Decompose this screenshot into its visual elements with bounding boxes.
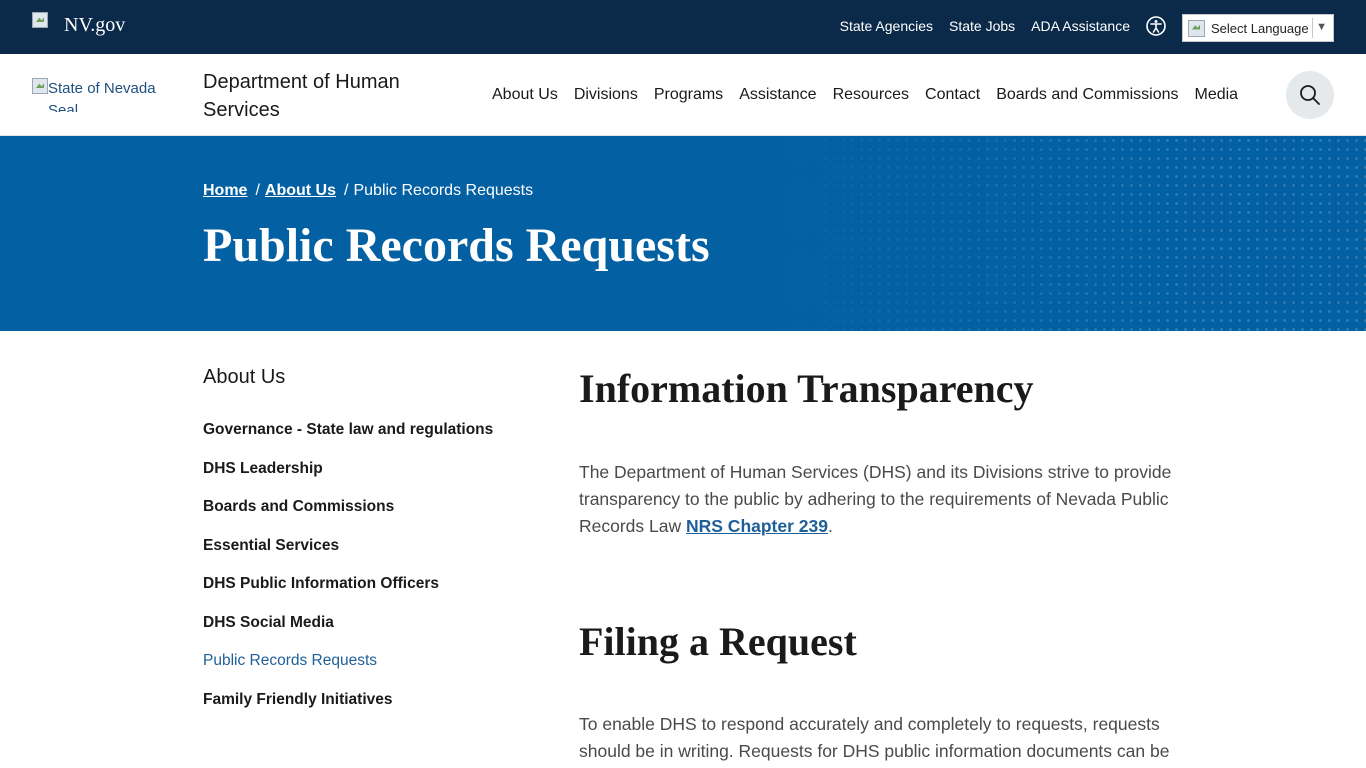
breadcrumb-separator: / (255, 182, 260, 199)
breadcrumb-about-us[interactable]: About Us (265, 182, 336, 200)
top-bar: NV.gov State Agencies State Jobs ADA Ass… (0, 0, 1366, 54)
nv-gov-logo-link[interactable]: NV.gov (32, 12, 125, 37)
nv-gov-text: NV.gov (64, 14, 126, 36)
filing-a-request-paragraph: To enable DHS to respond accurately and … (579, 714, 1170, 761)
department-title[interactable]: Department of Human Services (203, 68, 443, 124)
nav-about-us[interactable]: About Us (492, 86, 558, 104)
information-transparency-heading: Information Transparency (579, 366, 1034, 411)
sidebar-item-governance[interactable]: Governance - State law and regulations (203, 421, 493, 438)
information-transparency-paragraph: The Department of Human Services (DHS) a… (579, 459, 1199, 540)
nav-assistance[interactable]: Assistance (739, 86, 816, 104)
breadcrumb-separator: / (344, 182, 349, 199)
nrs-chapter-239-link[interactable]: NRS Chapter 239 (686, 516, 828, 536)
nav-divisions[interactable]: Divisions (574, 86, 638, 104)
sidebar: About Us Governance - State law and regu… (203, 366, 533, 729)
breadcrumb: Home / About Us / Public Records Request… (203, 182, 533, 200)
google-translate-icon (1188, 19, 1205, 37)
accessibility-icon[interactable] (1146, 16, 1166, 36)
language-select[interactable]: Select Language ▼ (1182, 14, 1334, 42)
sidebar-item-public-information-officers[interactable]: DHS Public Information Officers (203, 575, 439, 592)
search-button[interactable] (1286, 71, 1334, 119)
main-nav: About Us Divisions Programs Assistance R… (492, 86, 1238, 104)
hero-dot-pattern (740, 136, 1366, 331)
state-agencies-link[interactable]: State Agencies (840, 18, 933, 34)
filing-a-request-heading: Filing a Request (579, 619, 857, 664)
state-seal-link[interactable]: State of Nevada Seal (32, 78, 168, 112)
sidebar-item-essential-services[interactable]: Essential Services (203, 537, 339, 554)
caret-down-icon: ▼ (1316, 21, 1327, 33)
search-icon (1300, 85, 1320, 105)
sidebar-title: About Us (203, 366, 286, 388)
ada-assistance-link[interactable]: ADA Assistance (1031, 18, 1130, 34)
nav-resources[interactable]: Resources (833, 86, 909, 104)
breadcrumb-home[interactable]: Home (203, 182, 247, 200)
sidebar-item-family-friendly-initiatives[interactable]: Family Friendly Initiatives (203, 691, 393, 708)
nav-contact[interactable]: Contact (925, 86, 980, 104)
page-hero: Home / About Us / Public Records Request… (0, 136, 1366, 331)
info-period: . (828, 516, 833, 536)
state-seal-icon (32, 78, 48, 94)
info-text: The Department of Human Services (DHS) a… (579, 462, 1172, 536)
nav-media[interactable]: Media (1194, 86, 1238, 104)
breadcrumb-current: Public Records Requests (353, 182, 534, 199)
sidebar-item-public-records-requests[interactable]: Public Records Requests (203, 652, 377, 669)
nav-programs[interactable]: Programs (654, 86, 723, 104)
state-jobs-link[interactable]: State Jobs (949, 18, 1015, 34)
sidebar-item-social-media[interactable]: DHS Social Media (203, 614, 334, 631)
language-select-label: Select Language (1211, 20, 1309, 36)
broken-image-icon (32, 12, 48, 28)
seal-alt-text: State of Nevada Seal (48, 80, 156, 112)
utility-nav: State Agencies State Jobs ADA Assistance (840, 18, 1130, 34)
sidebar-item-boards-and-commissions[interactable]: Boards and Commissions (203, 498, 394, 515)
page-title: Public Records Requests (203, 219, 710, 272)
sidebar-list: Governance - State law and regulations D… (203, 421, 533, 729)
nav-boards-and-commissions[interactable]: Boards and Commissions (996, 86, 1178, 104)
site-header: State of Nevada Seal Department of Human… (0, 54, 1366, 136)
sidebar-item-dhs-leadership[interactable]: DHS Leadership (203, 460, 323, 477)
language-select-divider (1312, 18, 1313, 38)
